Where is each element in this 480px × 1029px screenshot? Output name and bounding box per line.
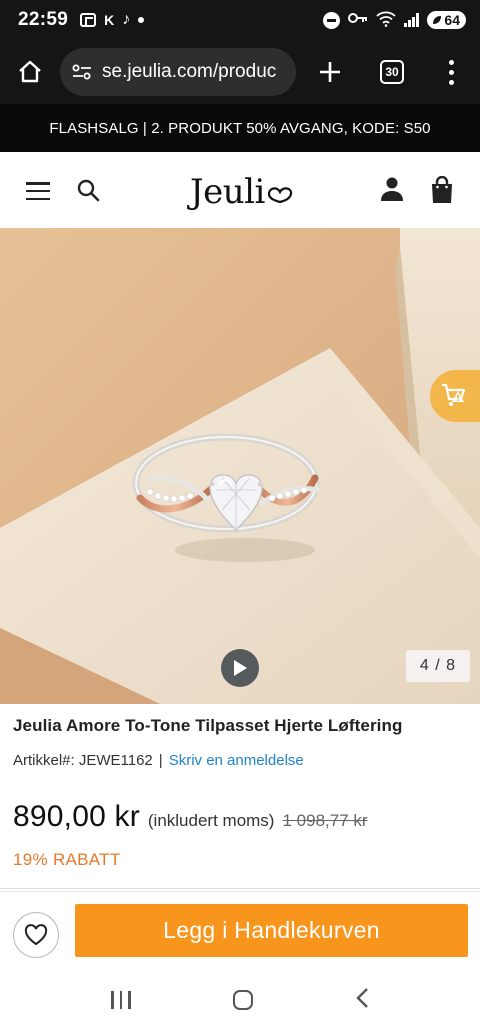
- price-row: 890,00 kr (inkludert moms) 1 098,77 kr: [13, 800, 368, 834]
- site-header: Jeuli: [0, 152, 480, 228]
- home-nav-button[interactable]: [232, 990, 253, 1010]
- product-image-gallery[interactable]: 4 / 8: [0, 228, 480, 704]
- cart-alert-icon: [442, 383, 466, 406]
- screenshot-icon: [80, 13, 97, 27]
- status-notification-icons: K ♪: [80, 11, 145, 29]
- image-counter: 4 / 8: [405, 650, 470, 682]
- home-icon: [19, 60, 41, 83]
- browser-menu-button[interactable]: [422, 40, 480, 104]
- tiktok-icon: ♪: [122, 11, 131, 28]
- new-tab-button[interactable]: [298, 40, 362, 104]
- sku-row: Artikkel#: JEWE1162 | Skriv en anmeldels…: [13, 752, 304, 769]
- promo-banner[interactable]: FLASHSALG | 2. PRODUKT 50% AVGANG, KODE:…: [0, 104, 480, 152]
- status-system-icons: 64: [323, 11, 466, 30]
- status-bar: 22:59 K ♪ 64: [0, 0, 480, 40]
- back-chevron-icon: [356, 987, 368, 1008]
- menu-button[interactable]: [26, 182, 50, 200]
- account-button[interactable]: [380, 176, 404, 202]
- write-review-link[interactable]: Skriv en anmeldelse: [169, 752, 304, 769]
- section-divider: [0, 888, 480, 889]
- status-time: 22:59: [18, 9, 69, 30]
- plus-icon: [320, 62, 340, 82]
- recent-apps-button[interactable]: [111, 991, 131, 1009]
- more-notifications-dot-icon: [138, 17, 145, 23]
- vpn-key-icon: [348, 11, 368, 30]
- logo-text: Jeuli: [190, 172, 265, 212]
- tab-switcher-button[interactable]: 30: [362, 40, 422, 104]
- search-button[interactable]: [76, 178, 100, 202]
- battery-indicator: 64: [427, 11, 466, 29]
- url-text: se.jeulia.com/produc: [102, 61, 277, 82]
- shopping-bag-icon: [432, 175, 452, 203]
- heart-icon: [24, 924, 48, 946]
- discount-badge: 19% RABATT: [13, 850, 121, 869]
- more-vertical-icon: [448, 59, 454, 65]
- product-photo: [0, 228, 480, 704]
- wifi-icon: [376, 11, 397, 30]
- original-price: 1 098,77 kr: [282, 811, 368, 830]
- logo-heart-icon: [267, 187, 293, 204]
- browser-toolbar: se.jeulia.com/produc 30: [0, 40, 480, 104]
- signal-strength-icon: [404, 13, 420, 27]
- hamburger-icon: [26, 182, 50, 185]
- play-video-button[interactable]: [221, 649, 259, 687]
- system-navigation-bar: [0, 971, 480, 1029]
- sticky-purchase-bar: Legg i Handlekurven: [0, 891, 480, 971]
- shopping-bag-button[interactable]: [430, 175, 454, 204]
- browser-home-button[interactable]: [0, 40, 60, 104]
- site-settings-icon[interactable]: [72, 64, 92, 80]
- user-icon: [381, 177, 403, 201]
- address-bar[interactable]: se.jeulia.com/produc: [60, 48, 296, 96]
- floating-cart-button[interactable]: [430, 370, 480, 422]
- battery-level: 64: [444, 12, 460, 28]
- wishlist-button[interactable]: [13, 912, 59, 958]
- add-to-cart-button[interactable]: Legg i Handlekurven: [75, 904, 468, 957]
- price-vat-note: (inkludert moms): [147, 811, 275, 830]
- k-notification-icon: K: [104, 12, 115, 28]
- back-button[interactable]: [355, 987, 369, 1014]
- recent-apps-icon: [111, 991, 114, 1009]
- sku-separator: |: [158, 752, 163, 769]
- battery-leaf-icon: [433, 16, 442, 24]
- current-price: 890,00 kr: [13, 800, 140, 833]
- search-icon: [77, 179, 100, 202]
- site-logo[interactable]: Jeuli: [190, 172, 295, 212]
- play-icon: [234, 660, 247, 676]
- do-not-disturb-icon: [323, 11, 341, 29]
- tab-count: 30: [380, 60, 404, 84]
- product-title: Jeulia Amore To-Tone Tilpasset Hjerte Lø…: [13, 716, 403, 735]
- sku-label: Artikkel#: JEWE1162: [13, 752, 153, 769]
